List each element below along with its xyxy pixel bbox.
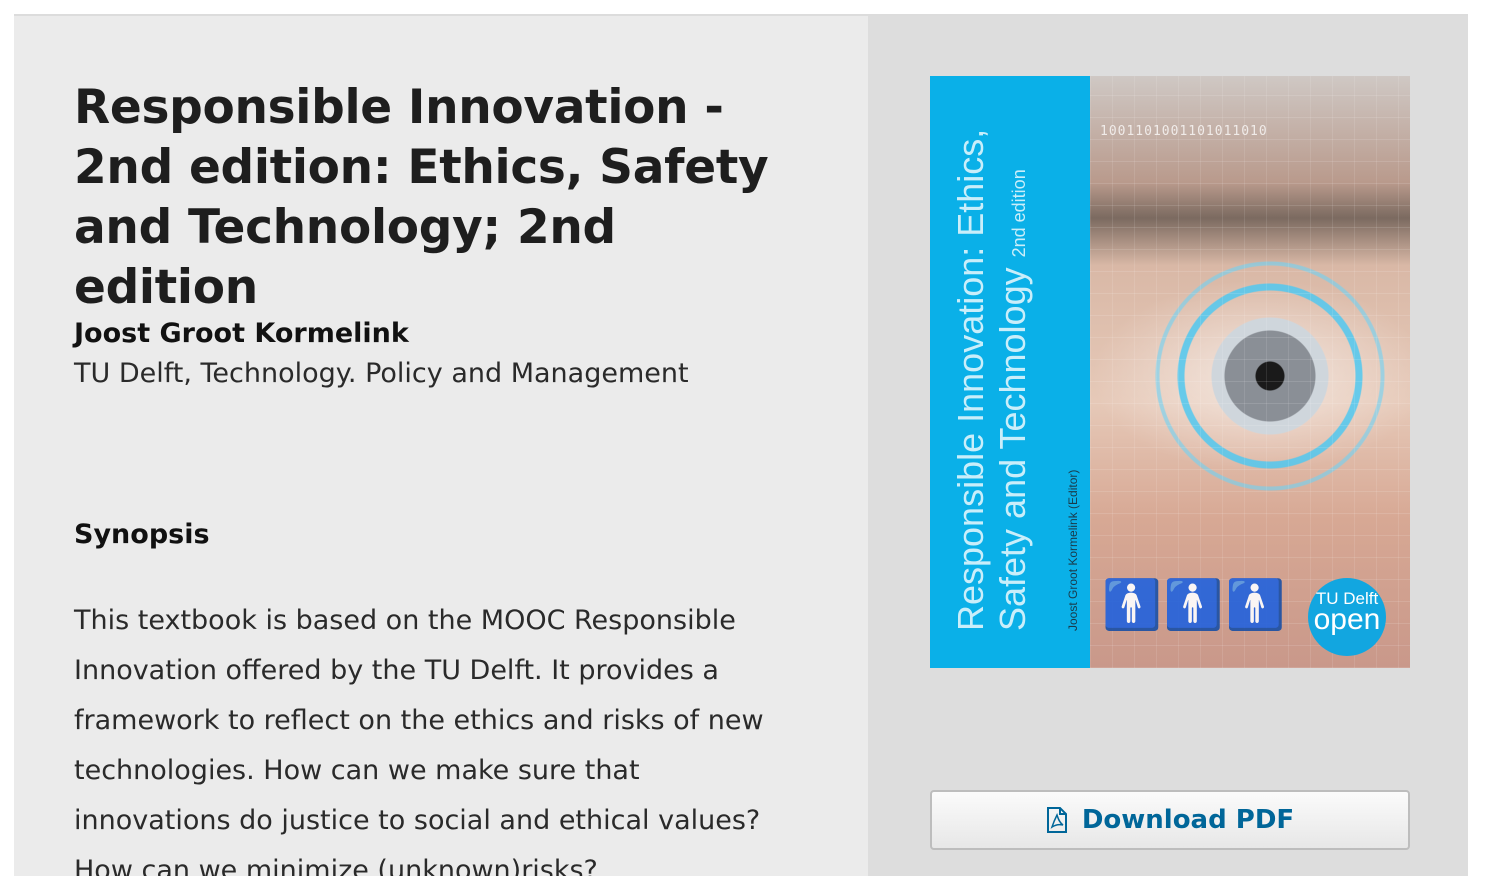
cover-edition: 2nd edition xyxy=(1009,169,1029,258)
cover-title: Responsible Innovation: Ethics, Safety a… xyxy=(950,128,1040,631)
download-pdf-label: Download PDF xyxy=(1081,805,1295,835)
download-pdf-button[interactable]: Download PDF xyxy=(930,790,1410,850)
badge-line2: open xyxy=(1313,603,1381,636)
book-details-panel: Responsible Innovation - 2nd edition: Et… xyxy=(14,16,868,876)
cover-title-line1: Responsible Innovation: Ethics, xyxy=(950,128,991,631)
author-affiliation: TU Delft, Technology. Policy and Managem… xyxy=(74,358,689,389)
people-figures-icon: 🚹🚹🚹 xyxy=(1102,577,1288,633)
synopsis-text: This textbook is based on the MOOC Respo… xyxy=(74,605,764,876)
book-title: Responsible Innovation - 2nd edition: Et… xyxy=(74,80,769,315)
cover-editor: Joost Groot Kormelink (Editor) xyxy=(1066,469,1080,631)
pdf-file-icon xyxy=(1046,807,1068,833)
tu-delft-open-logo: TU Delft open xyxy=(1308,578,1386,656)
cover-title-line2-wrap: Safety and Technology 2nd edition xyxy=(992,151,1040,631)
book-cover-image: 1001101001101011010 🚹🚹🚹 Responsible Inno… xyxy=(930,76,1410,668)
cover-title-line2: Safety and Technology xyxy=(992,267,1033,631)
synopsis-heading: Synopsis xyxy=(74,519,210,550)
cover-binary-text: 1001101001101011010 xyxy=(1100,124,1268,139)
cover-sidebar: 1001101001101011010 🚹🚹🚹 Responsible Inno… xyxy=(868,16,1468,876)
author-name: Joost Groot Kormelink xyxy=(74,318,409,349)
